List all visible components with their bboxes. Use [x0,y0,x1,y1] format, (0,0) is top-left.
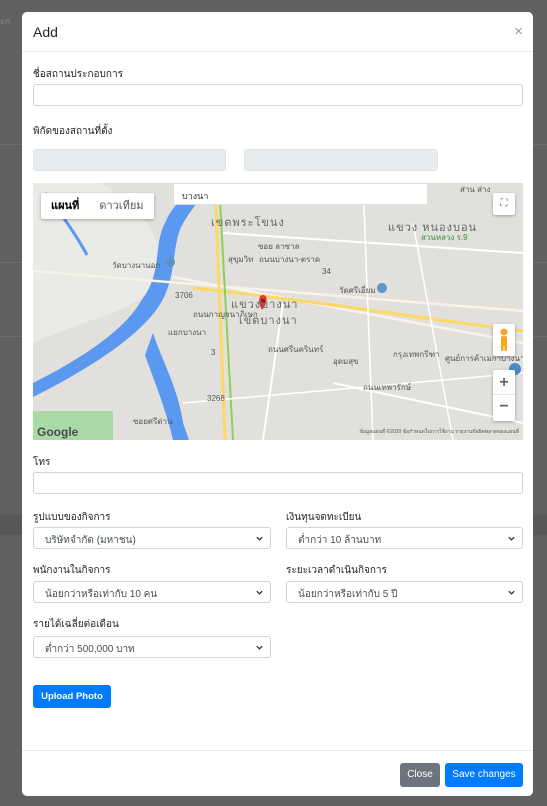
operating-period-select[interactable]: น้อยกว่าหรือเท่ากับ 5 ปี [286,581,523,603]
fullscreen-icon[interactable]: ⛶ [493,193,515,215]
chevron-down-icon [256,590,263,595]
map-label: สุขุมวิท [228,255,254,264]
employees-select[interactable]: น้อยกว่าหรือเท่ากับ 10 คน [33,581,271,603]
map-attribution[interactable]: ข้อมูลแผนที่ ©2020 ข้อกำหนดในการใช้งาน ร… [359,428,519,436]
registered-capital-value: ต่ำกว่า 10 ล้านบาท [298,535,382,546]
map-label: ส่าน ส่าง [460,185,491,194]
phone-label: โทร [33,457,51,468]
map-label: 34 [322,267,331,276]
map-label: กรุงเทพกรีฑา [393,350,440,359]
map-label: 3268 [207,394,225,403]
map-label: ถนนศรีนครินทร์ [268,345,324,354]
monthly-income-label: รายได้เฉลี่ยต่อเดือน [33,619,119,630]
monthly-income-value: ต่ำกว่า 500,000 บาท [45,644,135,655]
map-label: ศูนย์การค้าเมกาบางนา [445,354,523,363]
upload-photo-button[interactable]: Upload Photo [33,685,111,708]
map-label: สวนหลวง ร.9 [421,233,468,242]
registered-capital-select[interactable]: ต่ำกว่า 10 ล้านบาท [286,527,523,549]
modal-title: Add [33,24,58,40]
employees-value: น้อยกว่าหรือเท่ากับ 10 คน [45,589,158,600]
business-type-select[interactable]: บริษัทจำกัด (มหาชน) [33,527,271,549]
zoom-controls: + − [493,370,515,421]
zoom-out-button[interactable]: − [493,395,515,420]
map-type-toggle: แผนที่ ดาวเทียม [41,193,154,219]
modal-header: Add × [22,12,533,52]
phone-input[interactable] [33,472,523,494]
business-type-value: บริษัทจำกัด (มหาชน) [45,535,136,546]
operating-period-value: น้อยกว่าหรือเท่ากับ 5 ปี [298,589,398,600]
map-label: ถนนกาญจนาภิเษก [193,310,258,319]
save-changes-button[interactable]: Save changes [445,763,523,787]
map-label: ซอย ลาซาล [258,242,300,251]
close-icon[interactable]: × [514,24,523,39]
map-type-map-button[interactable]: แผนที่ [41,193,89,219]
map-label: ถนนเทพารักษ์ [363,383,411,392]
chevron-down-icon [256,645,263,650]
chevron-down-icon [508,590,515,595]
map-label: วัดบางนานอก [112,261,161,270]
chevron-down-icon [256,536,263,541]
location-map[interactable]: แผนที่ ดาวเทียม บางนา ⛶ + − ส่าน ส่าง เข… [33,183,523,440]
map-label: 3706 [175,291,193,300]
map-label: แยกบางนา [168,328,207,337]
map-label: 3 [211,348,216,357]
backdrop-text: ะก [0,16,11,26]
employees-label: พนักงานในกิจการ [33,565,111,576]
chevron-down-icon [508,536,515,541]
operating-period-label: ระยะเวลาดำเนินกิจการ [286,565,387,576]
map-label: ซอยศรีด่าน [133,417,173,426]
registered-capital-label: เงินทุนจดทะเบียน [286,512,362,523]
map-search-input[interactable]: บางนา [173,183,428,205]
location-label: พิกัดของสถานที่ตั้ง [33,126,113,137]
latitude-input[interactable] [33,149,226,171]
map-label: วัดศรีเอี่ยม [339,286,376,295]
zoom-in-button[interactable]: + [493,370,515,395]
map-type-satellite-button[interactable]: ดาวเทียม [89,193,153,219]
map-label: อุดมสุข [333,357,359,366]
google-logo: Google [37,425,79,439]
business-name-input[interactable] [33,84,523,106]
add-modal: Add × ชื่อสถานประกอบการ พิกัดของสถานที่ต… [22,12,533,796]
modal-footer: Close Save changes [22,750,533,796]
business-name-label: ชื่อสถานประกอบการ [33,69,123,80]
close-button[interactable]: Close [400,763,440,787]
map-label: เขตพระโขนง [211,217,285,229]
map-label: ถนนบางนา-ตราด [259,255,321,264]
longitude-input[interactable] [244,149,438,171]
monthly-income-select[interactable]: ต่ำกว่า 500,000 บาท [33,636,271,658]
business-type-label: รูปแบบของกิจการ [33,512,111,523]
